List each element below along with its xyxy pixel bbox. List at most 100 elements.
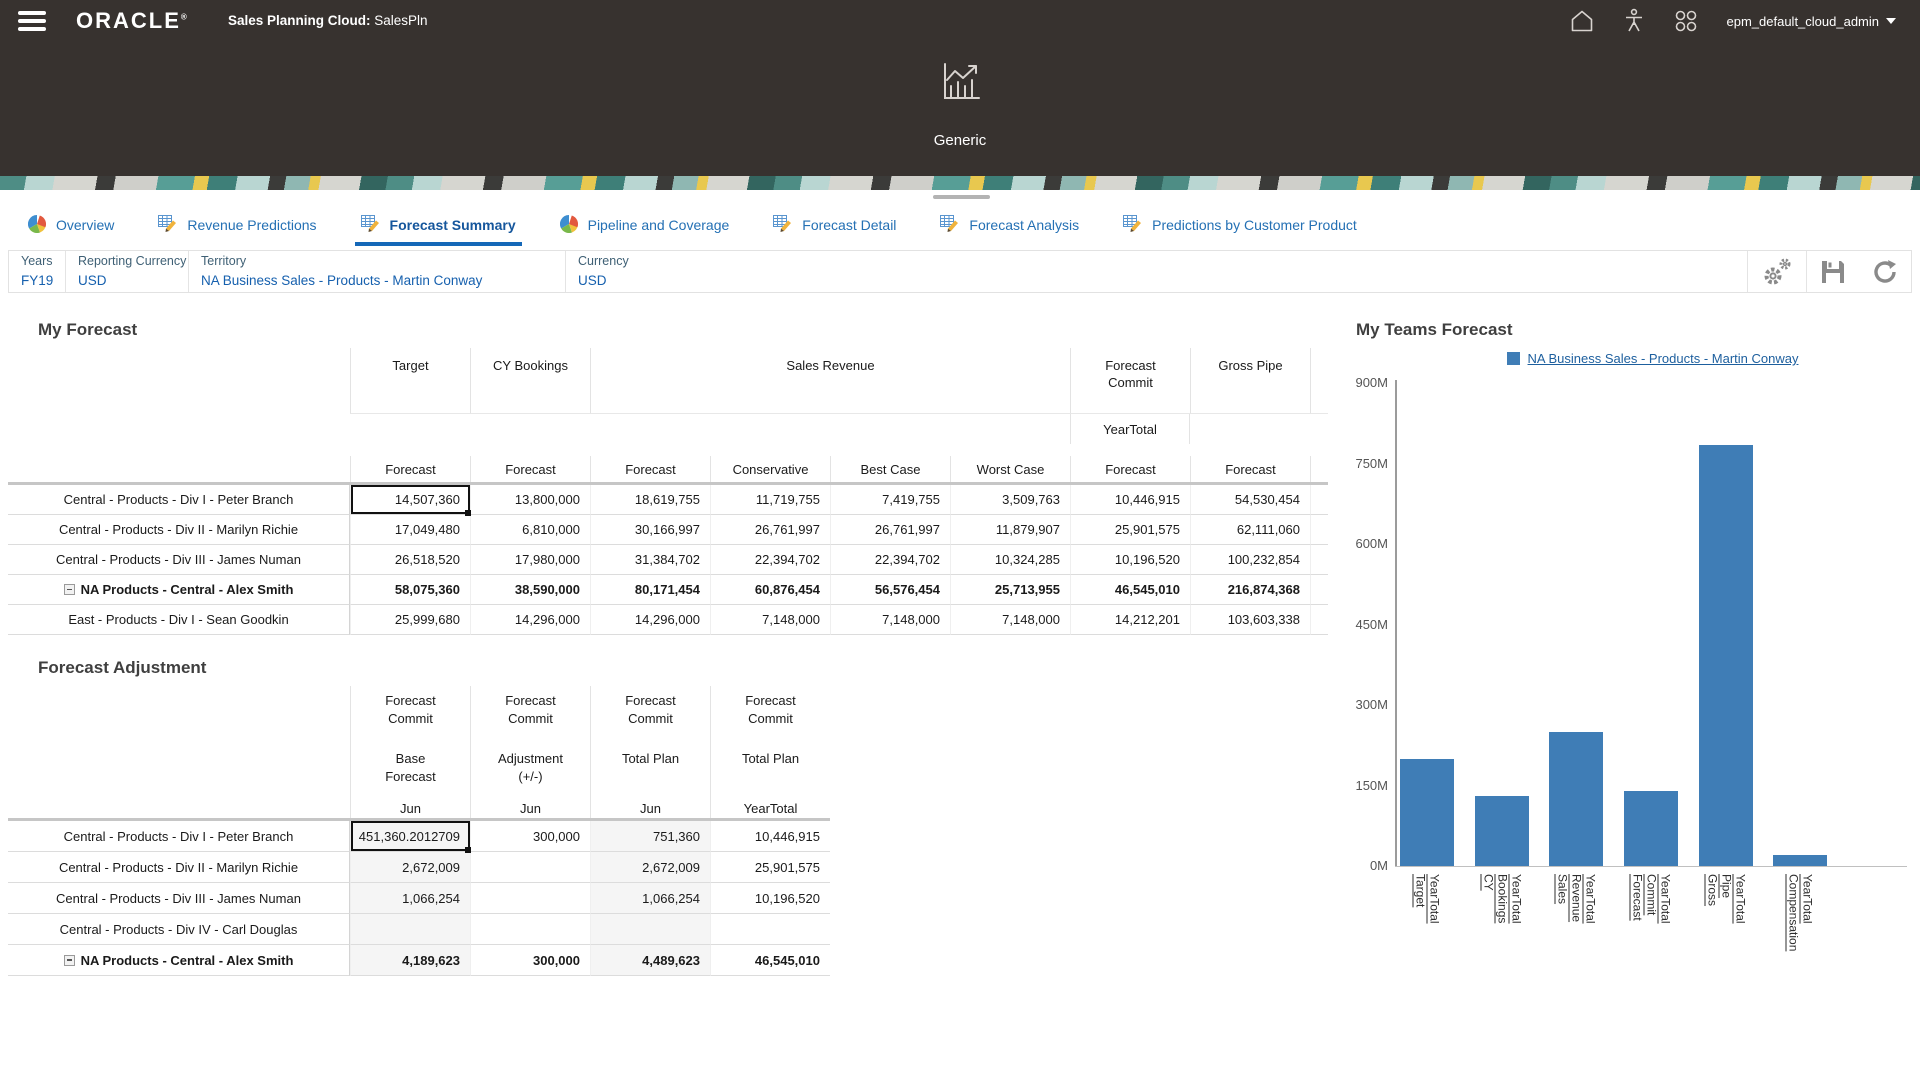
home-icon[interactable]: [1569, 8, 1595, 34]
grid-cell[interactable]: 2,672,009: [350, 852, 470, 883]
grid-cell[interactable]: 17,980,000: [470, 545, 590, 575]
tab-forecast-summary[interactable]: Forecast Summary: [361, 204, 516, 246]
chart-bar[interactable]: [1624, 791, 1678, 866]
category-label-line[interactable]: CY: [1482, 874, 1495, 924]
grid-cell[interactable]: [470, 852, 590, 883]
grid-cell[interactable]: 451,360.2012709: [350, 821, 470, 852]
grid-cell[interactable]: 7,148,000: [950, 605, 1070, 635]
chart-bar[interactable]: [1773, 855, 1827, 866]
pov-value-link[interactable]: NA Business Sales - Products - Martin Co…: [201, 273, 565, 288]
grid-cell[interactable]: 751,360: [590, 821, 710, 852]
row-header-cell[interactable]: Central - Products - Div I - Peter Branc…: [8, 485, 350, 515]
category-axis-label[interactable]: CompensationYearTotal: [1787, 874, 1814, 951]
grid-cell[interactable]: 25,999,680: [350, 605, 470, 635]
grid-cell[interactable]: 2,672,009: [590, 852, 710, 883]
collapse-icon[interactable]: [64, 584, 75, 595]
grid-cell[interactable]: 14,296,000: [590, 605, 710, 635]
tab-forecast-analysis[interactable]: Forecast Analysis: [940, 204, 1079, 246]
pov-value-link[interactable]: USD: [578, 273, 716, 288]
category-axis-label[interactable]: ForecastCommitYearTotal: [1631, 874, 1672, 924]
grid-cell[interactable]: [1310, 575, 1328, 605]
grid-cell[interactable]: [590, 914, 710, 945]
chart-bar[interactable]: [1400, 759, 1454, 866]
refresh-icon[interactable]: [1859, 258, 1911, 286]
grid-cell[interactable]: 100,232,854: [1190, 545, 1310, 575]
chart-bar[interactable]: [1699, 445, 1753, 866]
grid-cell[interactable]: 31,384,702: [590, 545, 710, 575]
grid-cell[interactable]: [710, 914, 830, 945]
category-label-line[interactable]: YearTotal: [1584, 874, 1597, 924]
grid-cell[interactable]: 300,000: [470, 945, 590, 976]
row-header-cell[interactable]: Central - Products - Div I - Peter Branc…: [8, 821, 350, 852]
grid-cell[interactable]: 10,446,915: [1070, 485, 1190, 515]
category-axis-label[interactable]: CYBookingsYearTotal: [1482, 874, 1523, 924]
category-label-line[interactable]: YearTotal: [1510, 874, 1523, 924]
chart-bar[interactable]: [1475, 796, 1529, 866]
grid-cell[interactable]: 216,874,368: [1190, 575, 1310, 605]
grid-cell[interactable]: 17,049,480: [350, 515, 470, 545]
grid-cell[interactable]: 103,603,338: [1190, 605, 1310, 635]
grid-cell[interactable]: 300,000: [470, 821, 590, 852]
grid-cell[interactable]: 10,196,520: [1070, 545, 1190, 575]
grid-cell[interactable]: 26,761,997: [830, 515, 950, 545]
grid-cell[interactable]: [1310, 485, 1328, 515]
grid-cell[interactable]: 11,879,907: [950, 515, 1070, 545]
row-header-cell[interactable]: NA Products - Central - Alex Smith: [8, 575, 350, 605]
grid-cell[interactable]: 25,901,575: [1070, 515, 1190, 545]
row-header-cell[interactable]: Central - Products - Div II - Marilyn Ri…: [8, 852, 350, 883]
grid-cell[interactable]: [1310, 545, 1328, 575]
category-label-line[interactable]: Sales: [1556, 874, 1569, 924]
grid-cell[interactable]: 3,509,763: [950, 485, 1070, 515]
grid-cell[interactable]: [470, 914, 590, 945]
tab-revenue-predictions[interactable]: Revenue Predictions: [158, 204, 316, 246]
category-label-line[interactable]: Bookings: [1496, 874, 1509, 924]
category-label-line[interactable]: YearTotal: [1801, 874, 1814, 951]
grid-cell[interactable]: 10,324,285: [950, 545, 1070, 575]
row-header-cell[interactable]: Central - Products - Div III - James Num…: [8, 545, 350, 575]
category-label-line[interactable]: Pipe: [1720, 874, 1733, 924]
grid-cell[interactable]: 80,171,454: [590, 575, 710, 605]
grid-cell[interactable]: [350, 914, 470, 945]
category-label-line[interactable]: Forecast: [1631, 874, 1644, 924]
grid-cell[interactable]: 7,148,000: [830, 605, 950, 635]
category-label-line[interactable]: Revenue: [1570, 874, 1583, 924]
grid-cell[interactable]: 14,212,201: [1070, 605, 1190, 635]
grid-cell[interactable]: 10,196,520: [710, 883, 830, 914]
category-label-line[interactable]: Commit: [1645, 874, 1658, 924]
grid-cell[interactable]: 13,800,000: [470, 485, 590, 515]
accessibility-icon[interactable]: [1623, 8, 1645, 34]
category-axis-label[interactable]: SalesRevenueYearTotal: [1556, 874, 1597, 924]
grid-cell[interactable]: 1,066,254: [350, 883, 470, 914]
grid-cell[interactable]: 22,394,702: [830, 545, 950, 575]
row-header-cell[interactable]: Central - Products - Div IV - Carl Dougl…: [8, 914, 350, 945]
grid-cell[interactable]: 30,166,997: [590, 515, 710, 545]
grid-cell[interactable]: [1310, 515, 1328, 545]
grid-cell[interactable]: 6,810,000: [470, 515, 590, 545]
tab-pipeline-and-coverage[interactable]: Pipeline and Coverage: [560, 204, 730, 246]
category-label-line[interactable]: YearTotal: [1428, 874, 1441, 924]
grid-cell[interactable]: 18,619,755: [590, 485, 710, 515]
grid-cell[interactable]: 26,518,520: [350, 545, 470, 575]
grid-cell[interactable]: 4,189,623: [350, 945, 470, 976]
category-label-line[interactable]: YearTotal: [1734, 874, 1747, 924]
infolet-page-indicator[interactable]: [933, 195, 990, 199]
grid-cell[interactable]: 25,901,575: [710, 852, 830, 883]
category-axis-label[interactable]: TargetYearTotal: [1414, 874, 1441, 924]
pov-value-link[interactable]: USD: [78, 273, 188, 288]
grid-cell[interactable]: 38,590,000: [470, 575, 590, 605]
grid-cell[interactable]: 25,713,955: [950, 575, 1070, 605]
grid-cell[interactable]: 4,489,623: [590, 945, 710, 976]
grid-cell[interactable]: 1,066,254: [590, 883, 710, 914]
grid-cell[interactable]: 14,296,000: [470, 605, 590, 635]
generic-infolet-icon[interactable]: [938, 58, 984, 109]
grid-cell[interactable]: 56,576,454: [830, 575, 950, 605]
grid-cell[interactable]: 46,545,010: [710, 945, 830, 976]
grid-cell[interactable]: 7,148,000: [710, 605, 830, 635]
grid-cell[interactable]: 26,761,997: [710, 515, 830, 545]
grid-cell[interactable]: 46,545,010: [1070, 575, 1190, 605]
grid-cell[interactable]: 54,530,454: [1190, 485, 1310, 515]
category-label-line[interactable]: YearTotal: [1659, 874, 1672, 924]
grid-cell[interactable]: [1310, 605, 1328, 635]
grid-cell[interactable]: 22,394,702: [710, 545, 830, 575]
row-header-cell[interactable]: East - Products - Div I - Sean Goodkin: [8, 605, 350, 635]
